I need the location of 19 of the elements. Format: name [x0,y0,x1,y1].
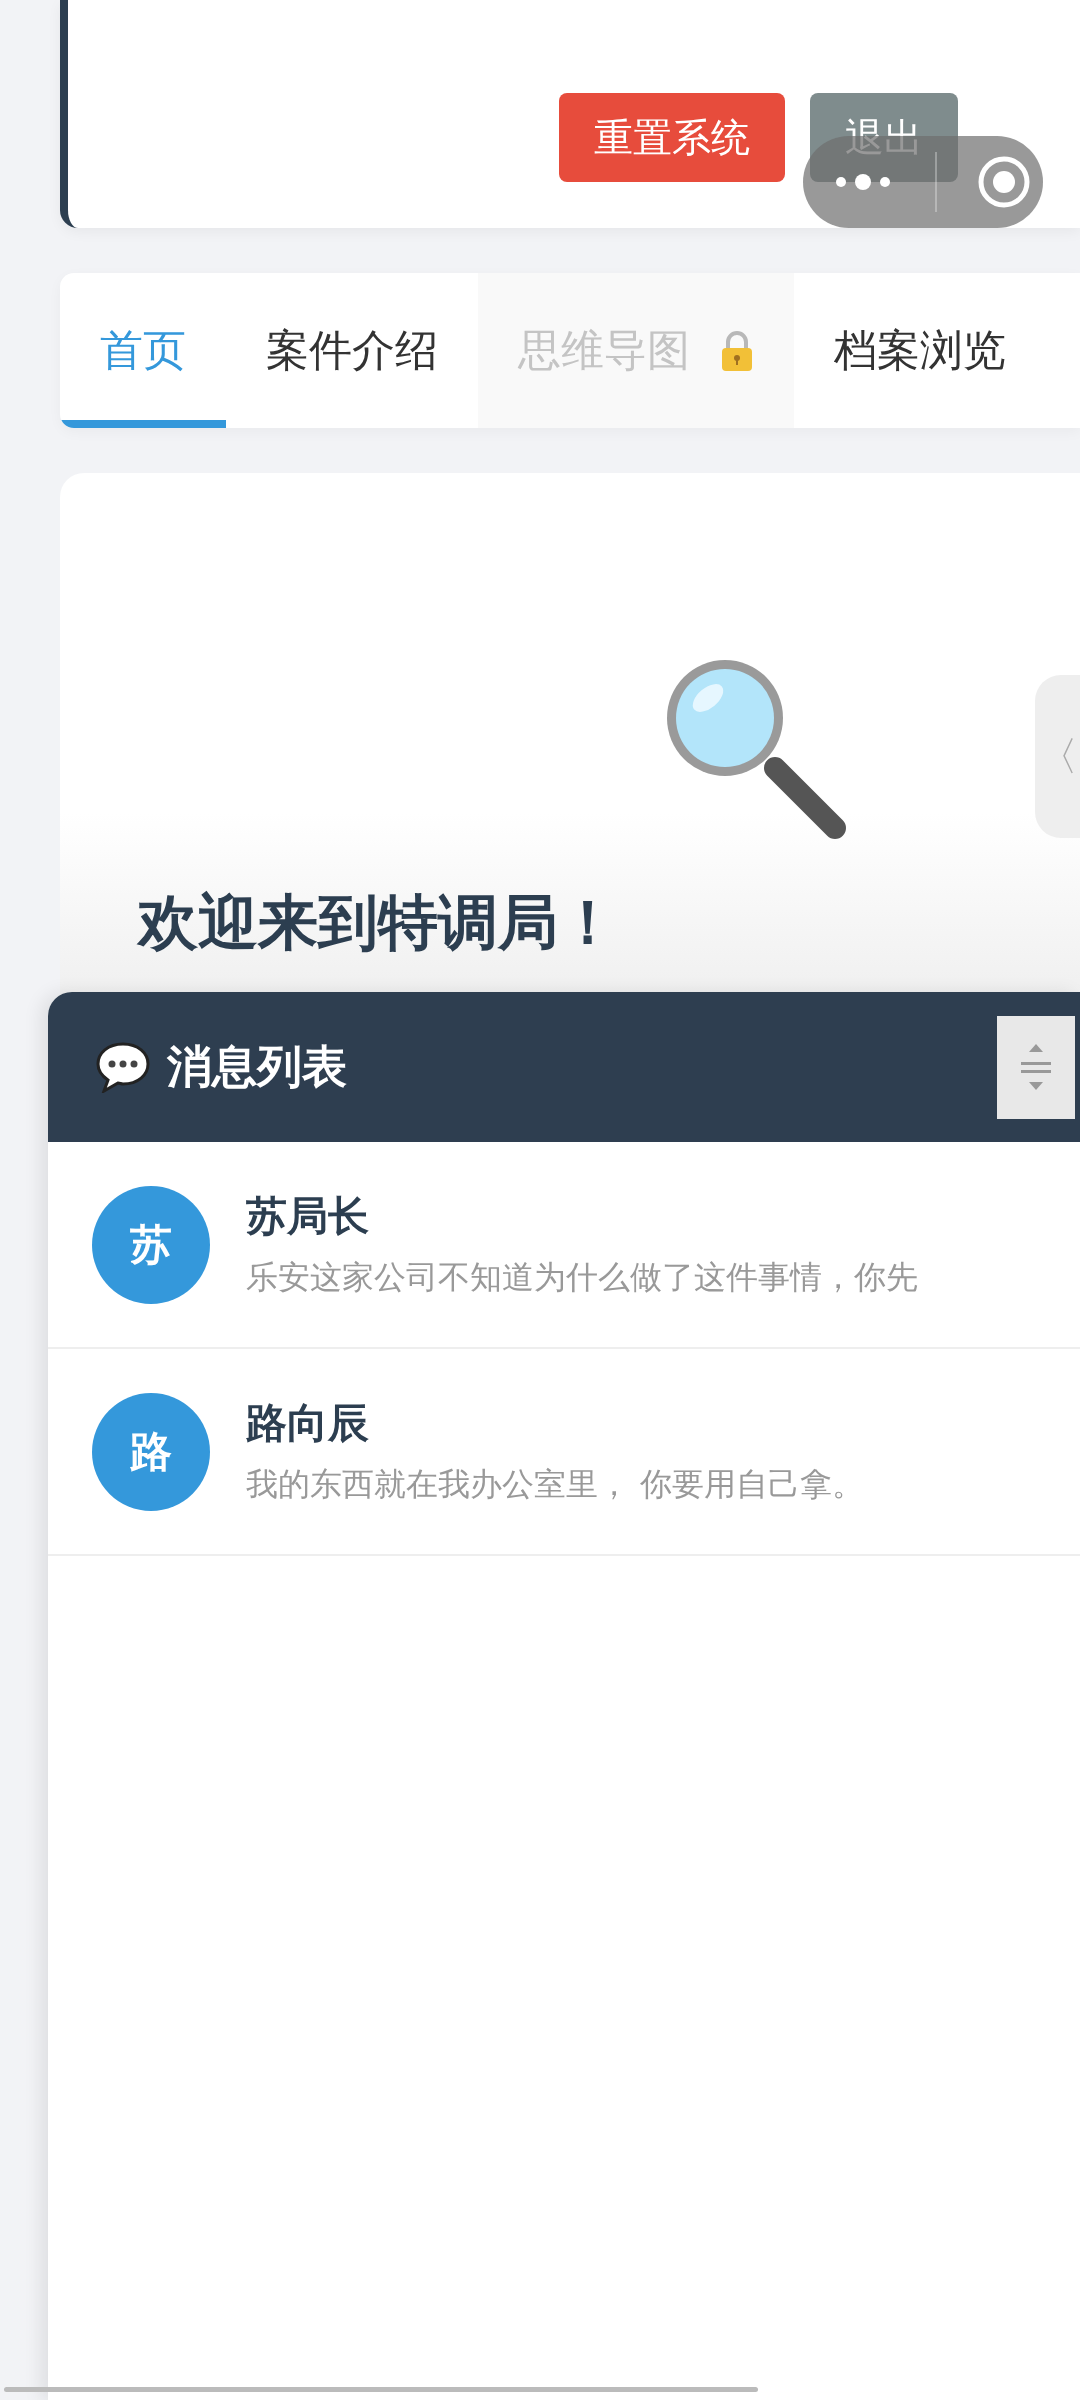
more-icon[interactable] [833,172,893,192]
sender-name: 路向辰 [246,1398,370,1449]
avatar: 苏 [92,1185,210,1304]
panel-title: 消息列表 [167,1039,347,1095]
avatar: 路 [92,1392,210,1511]
reset-button[interactable]: 重置系统 [559,93,785,182]
welcome-heading: 欢迎来到特调局！ [138,886,618,959]
drag-handle[interactable] [997,1015,1075,1119]
lock-icon [720,329,754,372]
tab[interactable]: 案件介绍 [226,273,478,428]
sender-name: 苏局长 [246,1191,370,1242]
message-preview: 乐安这家公司不知道为什么做了这件事情，你先 [246,1257,918,1298]
drag-icon [1019,1042,1053,1092]
tab[interactable]: 档案浏览 [794,273,1046,428]
message-item[interactable]: 路 路向辰 我的东西就在我办公室里， 你要用自己拿。 [48,1349,1080,1556]
speech-bubble-icon [95,1041,151,1093]
message-preview: 我的东西就在我办公室里， 你要用自己拿。 [246,1464,865,1505]
close-icon[interactable] [977,155,1031,209]
message-item[interactable]: 苏 苏局长 乐安这家公司不知道为什么做了这件事情，你先 [48,1142,1080,1349]
